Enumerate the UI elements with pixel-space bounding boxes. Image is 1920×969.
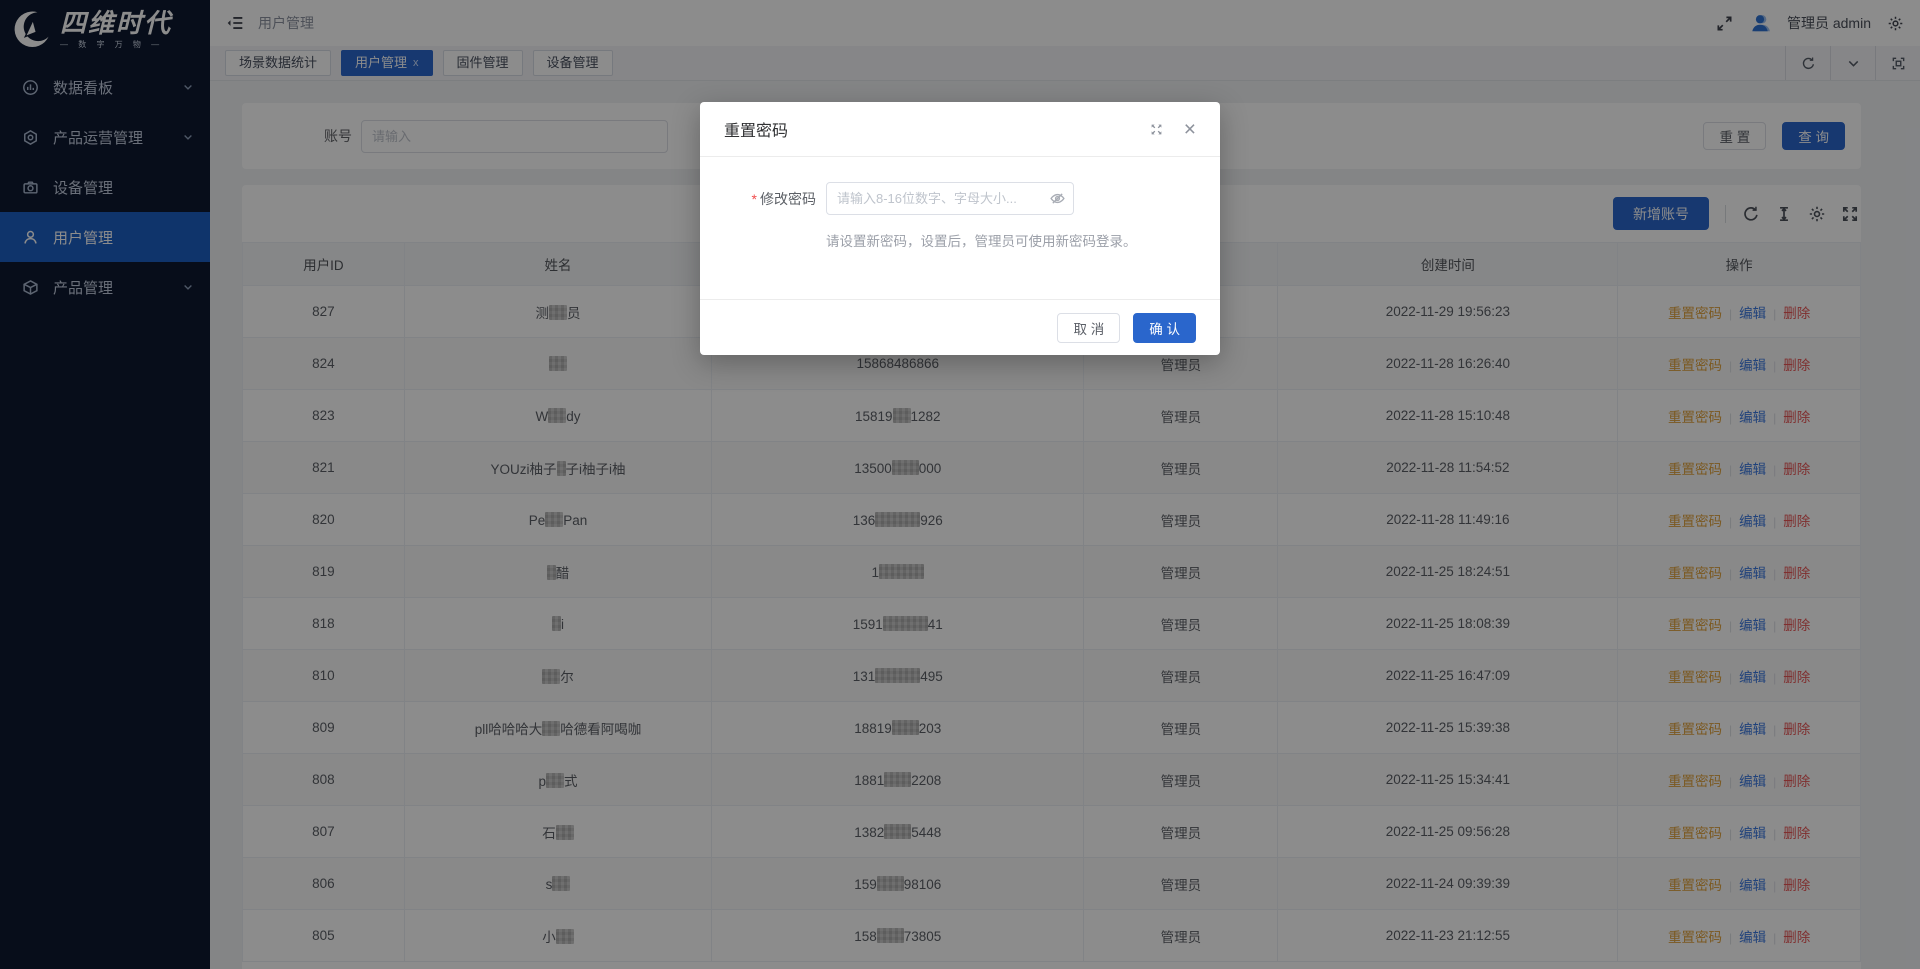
reset-password-dialog: 重置密码 × *修改密码 请设置新密码，设置后，管理员可使用新密码登录。 取 消 xyxy=(700,102,1220,355)
cancel-button[interactable]: 取 消 xyxy=(1057,313,1120,343)
dialog-close-icon[interactable]: × xyxy=(1184,122,1196,137)
required-star: * xyxy=(752,191,757,207)
password-hint-text: 请设置新密码，设置后，管理员可使用新密码登录。 xyxy=(826,230,1196,250)
confirm-button[interactable]: 确 认 xyxy=(1133,313,1196,343)
app-window: 四维时代 — 数 字 万 物 — 数据看板产品运营管理设备管理用户管理产品管理 … xyxy=(0,0,1920,969)
dialog-title: 重置密码 xyxy=(724,117,1129,141)
eye-slash-icon[interactable] xyxy=(1049,190,1066,207)
new-password-input[interactable] xyxy=(826,182,1074,215)
dialog-fullscreen-icon[interactable] xyxy=(1149,122,1164,137)
password-field-label: *修改密码 xyxy=(724,189,826,209)
